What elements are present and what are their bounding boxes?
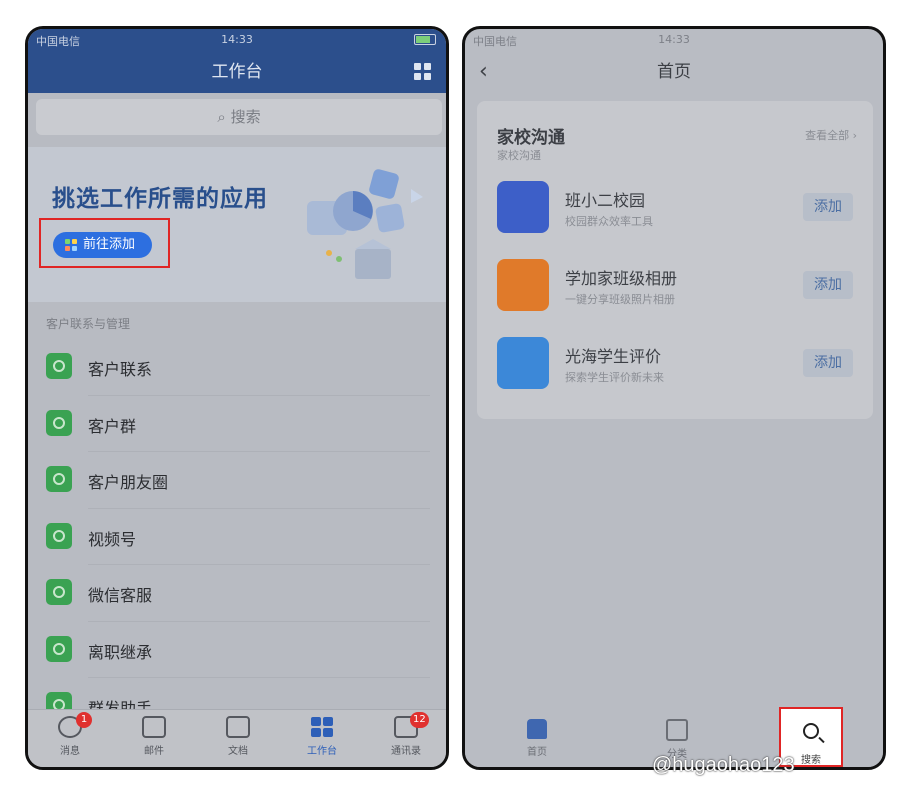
- app-row[interactable]: 光海学生评价 探索学生评价新未来 添加: [497, 337, 857, 397]
- chat-icon: [46, 353, 72, 379]
- page-title: 工作台: [211, 62, 263, 82]
- category-card: 家校沟通 家校沟通 查看全部 › 班小二校园 校园群众效率工具 添加 学加家班级…: [477, 101, 873, 419]
- list-item[interactable]: 客户群: [28, 396, 446, 452]
- search-icon: [803, 723, 819, 739]
- app-icon: [497, 181, 549, 233]
- tab-label: 文档: [228, 746, 248, 757]
- status-bar: 中国电信 14:33: [465, 29, 883, 51]
- card-subtitle: 家校沟通: [497, 149, 541, 162]
- app-icon: [497, 337, 549, 389]
- app-row[interactable]: 班小二校园 校园群众效率工具 添加: [497, 181, 857, 241]
- item-label: 客户朋友圈: [88, 473, 169, 492]
- tab-messages[interactable]: 消息 1: [40, 712, 100, 757]
- item-label: 视频号: [88, 529, 137, 549]
- app-desc: 探索学生评价新未来: [565, 371, 664, 384]
- banner-illustration: [307, 169, 423, 279]
- mail-icon: [142, 716, 166, 738]
- app-desc: 一键分享班级照片相册: [565, 293, 675, 306]
- tab-contacts[interactable]: 通讯录 12: [376, 712, 436, 757]
- add-app-button[interactable]: 添加: [803, 193, 853, 221]
- service-icon: [46, 579, 72, 605]
- highlight-box: [39, 218, 170, 268]
- tab-label: 工作台: [307, 746, 337, 757]
- nav-bar: ‹ 首页: [465, 51, 883, 93]
- home-icon: [527, 719, 547, 739]
- app-row[interactable]: 学加家班级相册 一键分享班级照片相册 添加: [497, 259, 857, 319]
- moments-icon: [46, 466, 72, 492]
- unread-badge: 12: [410, 712, 429, 728]
- list-item[interactable]: 客户联系: [28, 339, 446, 396]
- list-item[interactable]: 客户朋友圈: [28, 452, 446, 509]
- feature-list: 客户联系 客户群 客户朋友圈 视频号 微信客服 离职继承 群发助手: [28, 339, 446, 735]
- tab-label: 邮件: [144, 746, 164, 757]
- tab-label: 消息: [60, 746, 80, 757]
- clock: 14:33: [658, 33, 690, 46]
- list-item[interactable]: 视频号: [28, 509, 446, 565]
- back-icon[interactable]: ‹: [479, 51, 488, 93]
- clock: 14:33: [221, 33, 253, 46]
- workbench-icon: [310, 716, 334, 738]
- battery-icon: [414, 34, 436, 45]
- tab-label: 通讯录: [391, 746, 421, 757]
- tab-mail[interactable]: 邮件: [124, 716, 184, 757]
- app-desc: 校园群众效率工具: [565, 215, 653, 228]
- search-input[interactable]: ⌕ 搜索: [36, 99, 442, 135]
- tab-label: 首页: [527, 747, 547, 758]
- app-name: 学加家班级相册: [565, 269, 678, 288]
- section-label: 客户联系与管理: [46, 317, 131, 331]
- nav-bar: 工作台: [28, 51, 446, 93]
- left-phone-screen: 中国电信 14:33 工作台 ⌕ 搜索 挑选工作所需的应用 前往添加 客户联系与…: [25, 26, 449, 770]
- item-label: 离职继承: [88, 642, 153, 662]
- search-placeholder: 搜索: [230, 108, 261, 126]
- banner-title: 挑选工作所需的应用: [52, 186, 268, 212]
- add-app-button[interactable]: 添加: [803, 349, 853, 377]
- channels-icon: [46, 522, 72, 549]
- watermark: @hugaohao123: [652, 754, 795, 776]
- tab-docs[interactable]: 文档: [208, 716, 268, 757]
- page-title: 首页: [657, 62, 691, 82]
- card-title: 家校沟通: [497, 128, 565, 148]
- add-app-button[interactable]: 添加: [803, 271, 853, 299]
- item-label: 微信客服: [88, 586, 153, 605]
- app-name: 班小二校园: [565, 191, 646, 210]
- app-icon: [497, 259, 549, 311]
- right-phone-screen: 中国电信 14:33 ‹ 首页 家校沟通 家校沟通 查看全部 › 班小二校园 校…: [462, 26, 886, 770]
- status-bar: 中国电信 14:33: [28, 29, 446, 51]
- bottom-tab-bar: 消息 1 邮件 文档 工作台 通讯录 12: [28, 709, 446, 767]
- unread-badge: 1: [76, 712, 92, 728]
- list-item[interactable]: 离职继承: [28, 622, 446, 678]
- app-grid-icon[interactable]: [414, 63, 432, 81]
- search-icon: ⌕: [217, 108, 231, 126]
- group-icon: [46, 409, 72, 436]
- category-icon: [666, 719, 688, 741]
- doc-icon: [226, 716, 250, 738]
- list-item[interactable]: 微信客服: [28, 565, 446, 622]
- inherit-icon: [46, 635, 72, 662]
- tab-workbench[interactable]: 工作台: [292, 716, 352, 757]
- app-name: 光海学生评价: [565, 347, 662, 366]
- tab-home[interactable]: 首页: [517, 719, 557, 758]
- view-all-link[interactable]: 查看全部 ›: [805, 127, 857, 143]
- item-label: 客户群: [88, 416, 137, 436]
- item-label: 客户联系: [88, 360, 153, 379]
